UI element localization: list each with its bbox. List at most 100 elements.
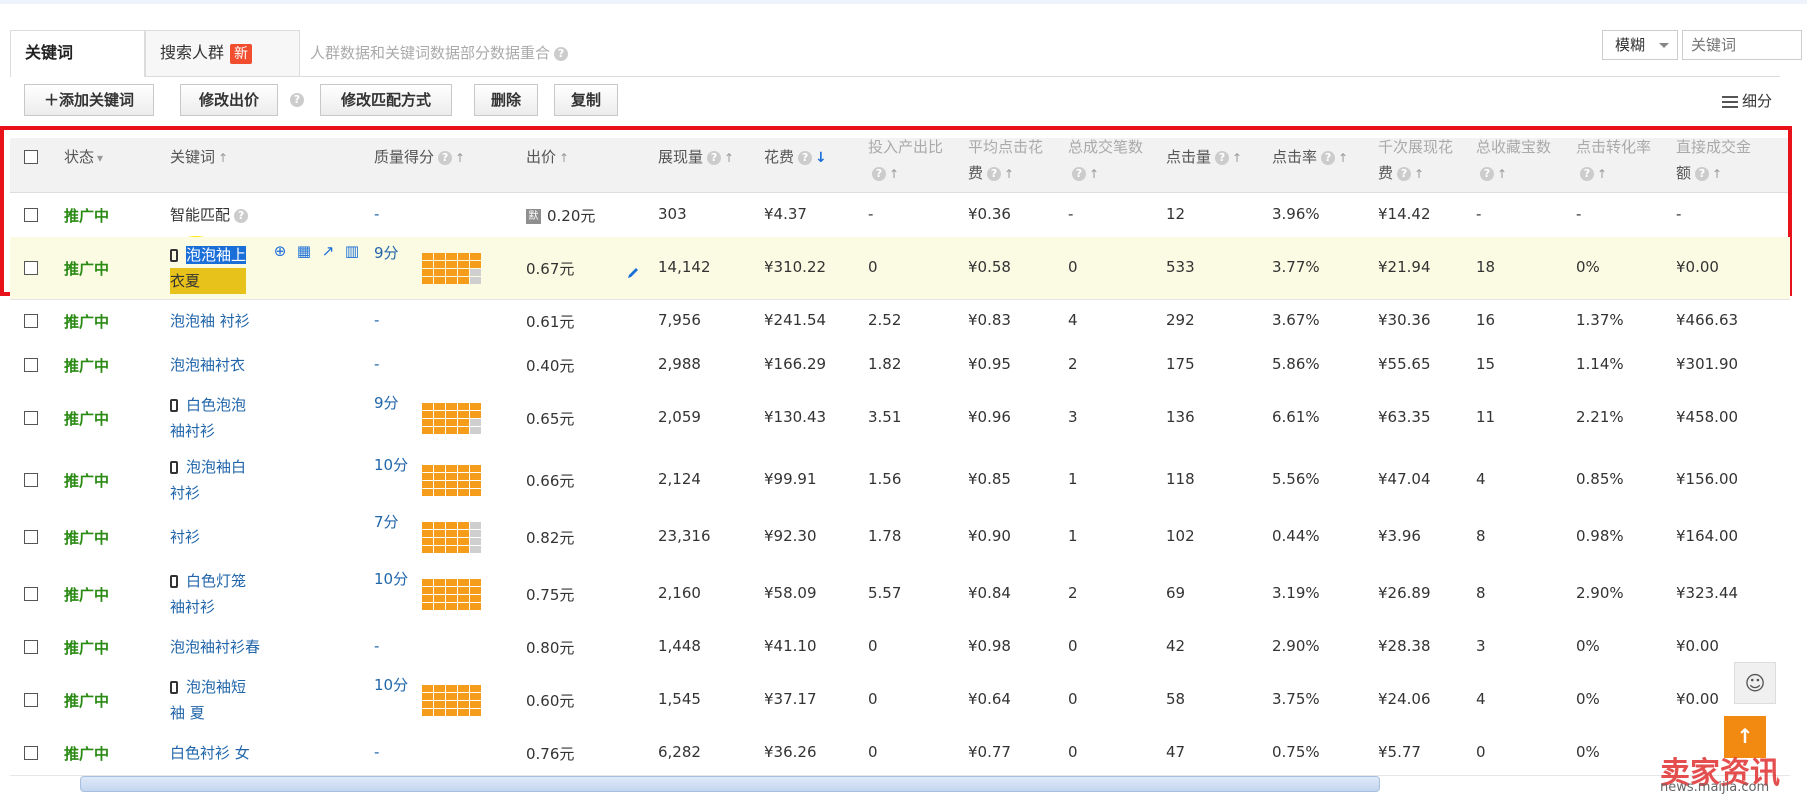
col-quality[interactable]: 质量得分? ↑ xyxy=(374,144,465,171)
keyword-cell[interactable]: 泡泡袖 衬衫 xyxy=(170,308,250,334)
row-checkbox[interactable] xyxy=(24,473,38,487)
keyword-text[interactable]: 白色灯笼 xyxy=(186,572,246,590)
row-checkbox[interactable] xyxy=(24,746,38,760)
table-row[interactable]: 推广中 白色灯笼 袖衬衫 10分 0.75元 2,160 ¥58.09 5.57 ¥0.84 2 6… xyxy=(10,563,1790,626)
keyword-cell[interactable]: 泡泡袖上衣夏 xyxy=(170,242,247,294)
help-icon[interactable]: ? xyxy=(1580,166,1594,181)
col-cpm[interactable]: 千次展现花费? ↑ xyxy=(1378,134,1453,187)
col-keyword[interactable]: 关键词 ↑ xyxy=(170,144,228,171)
add-keyword-button[interactable]: ＋添加关键词 xyxy=(24,84,154,116)
help-icon[interactable]: ? xyxy=(1215,150,1230,165)
keyword-text[interactable]: 泡泡袖衬衣 xyxy=(170,356,245,374)
bid-cell[interactable]: 0.65元 xyxy=(526,408,574,429)
row-checkbox[interactable] xyxy=(24,411,38,425)
bid-cell[interactable]: 0.60元 xyxy=(526,690,574,711)
bid-cell[interactable]: 0.61元 xyxy=(526,311,574,332)
bid-cell[interactable]: 0.66元 xyxy=(526,470,574,491)
table-row[interactable]: 推广中 泡泡袖白 衬衫 10分 0.66元 2,124 ¥99.91 1.56 ¥0.85 1 11… xyxy=(10,449,1790,512)
keyword-text-line2[interactable]: 衣夏 xyxy=(170,268,247,294)
keyword-text[interactable]: 衬衫 xyxy=(170,528,200,546)
match-mode-select[interactable]: 模糊 xyxy=(1602,30,1678,60)
keyword-cell[interactable]: 泡泡袖短袖 夏 xyxy=(170,674,246,726)
help-icon[interactable]: ? xyxy=(1397,166,1412,181)
row-checkbox[interactable] xyxy=(24,640,38,654)
keyword-text[interactable]: 泡泡袖衬衫春 xyxy=(170,638,260,656)
help-icon[interactable]: ? xyxy=(554,46,569,61)
row-checkbox[interactable] xyxy=(24,314,38,328)
help-icon[interactable]: ? xyxy=(1480,166,1494,181)
table-row[interactable]: 推广中 衬衫 7分 0.82元 23,316 ¥92.30 1.78 ¥0.90 1 102 0.4… xyxy=(10,511,1790,564)
pencil-icon[interactable] xyxy=(626,266,638,278)
table-row[interactable]: 推广中 泡泡袖 衬衫 - 0.61元 7,956 ¥241.54 2.52 ¥0.83 4 292… xyxy=(10,299,1790,344)
help-icon[interactable]: ? xyxy=(707,150,722,165)
row-checkbox[interactable] xyxy=(24,530,38,544)
table-row[interactable]: 推广中 泡泡袖上 衣夏 ⊕ ▦ ↗ ▥ 9分 0.67元 14,142 ¥310.22 0 ¥0.58 0… xyxy=(10,237,1790,300)
trend-icon[interactable]: ↗ xyxy=(320,243,336,259)
delete-button[interactable]: 删除 xyxy=(474,84,538,116)
col-direct[interactable]: 直接成交金额? ↑ xyxy=(1676,134,1751,187)
col-impressions[interactable]: 展现量? ↑ xyxy=(658,144,734,171)
keyword-text[interactable]: 泡泡袖 衬衫 xyxy=(170,312,250,330)
select-all-checkbox[interactable] xyxy=(24,150,38,164)
table-row[interactable]: 推广中 泡泡袖短袖 夏 10分 0.60元 1,545 ¥37.17 0 ¥0.64 0 58 3.… xyxy=(10,669,1790,732)
table-row[interactable]: 推广中 泡泡袖衬衣 - 0.40元 2,988 ¥166.29 1.82 ¥0.95 2 175 5… xyxy=(10,343,1790,388)
search-input[interactable] xyxy=(1682,30,1802,60)
customer-service-icon[interactable]: ☺ xyxy=(1734,662,1776,704)
keyword-cell[interactable]: 智能匹配? xyxy=(170,202,249,228)
horizontal-scrollbar[interactable] xyxy=(80,776,1380,792)
help-icon[interactable]: ? xyxy=(438,150,453,165)
keyword-cell[interactable]: 衬衫 xyxy=(170,524,200,550)
keyword-text-line2[interactable]: 袖衬衫 xyxy=(170,594,246,620)
keyword-text-line2[interactable]: 袖衬衫 xyxy=(170,418,246,444)
table-row[interactable]: 推广中 智能匹配? - 默 0.20元 303 ¥4.37 - ¥0.36 - 12 3.96% ¥14… xyxy=(10,193,1790,238)
col-cost[interactable]: 花费? ↓ xyxy=(764,144,827,171)
help-icon[interactable]: ? xyxy=(1321,150,1336,165)
col-clicks[interactable]: 点击量? ↑ xyxy=(1166,144,1242,171)
help-icon[interactable]: ? xyxy=(290,93,304,107)
help-icon[interactable]: ? xyxy=(1695,166,1710,181)
col-deals[interactable]: 总成交笔数? ↑ xyxy=(1068,134,1143,187)
col-roi[interactable]: 投入产出比? ↑ xyxy=(868,134,943,187)
col-fav[interactable]: 总收藏宝数? ↑ xyxy=(1476,134,1551,187)
bid-cell[interactable]: 0.82元 xyxy=(526,527,574,548)
row-checkbox[interactable] xyxy=(24,261,38,275)
help-icon[interactable]: ? xyxy=(234,208,249,223)
tab-keywords[interactable]: 关键词（180） xyxy=(10,30,145,106)
keyword-cell[interactable]: 白色灯笼袖衬衫 xyxy=(170,568,246,620)
keyword-cell[interactable]: 泡泡袖衬衣 xyxy=(170,352,245,378)
keyword-text[interactable]: 白色泡泡 xyxy=(186,396,246,414)
detail-toggle[interactable]: 细分 xyxy=(1722,90,1772,111)
edit-match-button[interactable]: 修改匹配方式 xyxy=(320,84,452,116)
keyword-cell[interactable]: 泡泡袖白 衬衫 xyxy=(170,454,246,506)
trash-icon[interactable]: ▥ xyxy=(344,243,360,259)
keyword-cell[interactable]: 白色泡泡袖衬衫 xyxy=(170,392,246,444)
row-checkbox[interactable] xyxy=(24,358,38,372)
help-icon[interactable]: ? xyxy=(798,150,813,165)
table-row[interactable]: 推广中 白色衬衫 女 - 0.76元 6,282 ¥36.26 0 ¥0.77 0 47 0.75%… xyxy=(10,731,1790,776)
col-ctr[interactable]: 点击率? ↑ xyxy=(1272,144,1348,171)
keyword-text[interactable]: 白色衬衫 女 xyxy=(170,744,250,762)
keyword-text[interactable]: 泡泡袖上 xyxy=(186,246,247,264)
table-row[interactable]: 推广中 白色泡泡 袖衬衫 9分 0.65元 2,059 ¥130.43 3.51 ¥0.96 3 1… xyxy=(10,387,1790,450)
table-row[interactable]: 推广中 泡泡袖衬衫春 - 0.80元 1,448 ¥41.10 0 ¥0.98 0 42 2.90%… xyxy=(10,625,1790,670)
chart-small-icon[interactable]: ▦ xyxy=(296,243,312,259)
copy-button[interactable]: 复制 xyxy=(554,84,618,116)
bid-cell[interactable]: 默 0.20元 xyxy=(526,205,595,226)
help-icon[interactable]: ? xyxy=(1072,166,1086,181)
keyword-text[interactable]: 泡泡袖短 xyxy=(186,678,246,696)
col-cvr[interactable]: 点击转化率? ↑ xyxy=(1576,134,1651,187)
edit-bid-button[interactable]: 修改出价 xyxy=(180,84,278,116)
col-status[interactable]: 状态 ▾ xyxy=(64,144,103,171)
row-checkbox[interactable] xyxy=(24,208,38,222)
help-icon[interactable]: ? xyxy=(872,166,886,181)
bid-cell[interactable]: 0.80元 xyxy=(526,637,574,658)
keyword-text-line2[interactable]: 衬衫 xyxy=(170,480,246,506)
keyword-cell[interactable]: 白色衬衫 女 xyxy=(170,740,250,766)
row-checkbox[interactable] xyxy=(24,693,38,707)
keyword-text[interactable]: 智能匹配 xyxy=(170,206,230,224)
row-checkbox[interactable] xyxy=(24,587,38,601)
bid-cell[interactable]: 0.67元 xyxy=(526,258,574,279)
bid-cell[interactable]: 0.76元 xyxy=(526,743,574,764)
help-icon[interactable]: ? xyxy=(987,166,1002,181)
col-cpc[interactable]: 平均点击花费? ↑ xyxy=(968,134,1043,187)
